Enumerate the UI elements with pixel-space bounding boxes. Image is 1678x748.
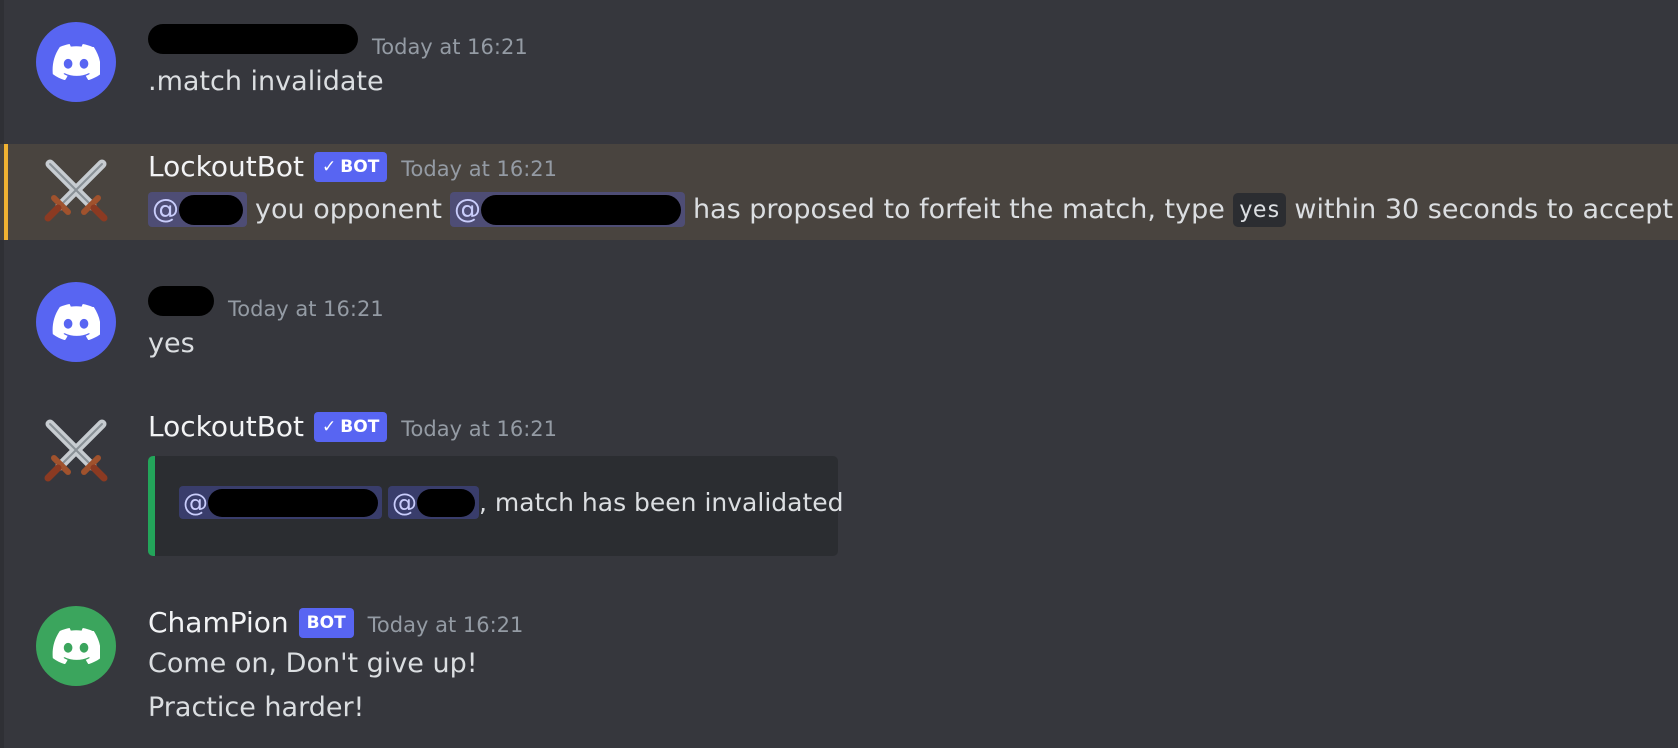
- verified-check-icon: ✓: [322, 417, 337, 437]
- timestamp: Today at 16:21: [367, 613, 524, 637]
- embed-description: @ @ , match has been invalidated: [179, 486, 844, 519]
- message-embed: @ @ , match has been invalidated: [148, 456, 844, 556]
- message-1: Today at 16:21 .match invalidate: [0, 0, 1678, 120]
- user-mention[interactable]: @: [179, 486, 382, 519]
- message-text: .match invalidate: [148, 66, 384, 97]
- timestamp: Today at 16:21: [228, 297, 384, 321]
- avatar[interactable]: [36, 410, 116, 490]
- author-name[interactable]: LockoutBot: [148, 410, 304, 443]
- message-5: ChamPion BOT Today at 16:21 Come on, Don…: [0, 598, 1678, 748]
- message-text: @ you opponent @ has proposed to forfeit…: [148, 192, 1673, 227]
- discord-logo-icon: [52, 44, 100, 80]
- message-text-line-2: Practice harder!: [148, 692, 365, 723]
- verified-check-icon: ✓: [322, 157, 337, 177]
- message-3: Today at 16:21 yes: [0, 262, 1678, 372]
- avatar[interactable]: [36, 22, 116, 102]
- discord-logo-icon: [52, 628, 100, 664]
- inline-code: yes: [1232, 192, 1287, 227]
- user-mention[interactable]: @: [449, 192, 685, 227]
- redacted-username[interactable]: [148, 24, 358, 54]
- bot-badge: ✓ BOT: [314, 152, 388, 182]
- message-text-line-1: Come on, Don't give up!: [148, 648, 478, 679]
- avatar[interactable]: [36, 606, 116, 686]
- bot-badge: BOT: [298, 608, 354, 638]
- author-name[interactable]: LockoutBot: [148, 150, 304, 183]
- timestamp: Today at 16:21: [401, 157, 558, 181]
- message-text: yes: [148, 328, 195, 359]
- crossed-swords-icon: [44, 419, 108, 482]
- mention-highlight-bar: [4, 144, 8, 240]
- discord-logo-icon: [52, 304, 100, 340]
- message-2: LockoutBot ✓ BOT Today at 16:21 @ you opp…: [0, 144, 1678, 240]
- redacted-username[interactable]: [148, 286, 214, 316]
- avatar[interactable]: [36, 282, 116, 362]
- crossed-swords-icon: [44, 159, 108, 222]
- bot-badge: ✓ BOT: [314, 412, 388, 442]
- message-4: LockoutBot ✓ BOT Today at 16:21 @ @ , mat…: [0, 404, 1678, 564]
- user-mention[interactable]: @: [388, 486, 479, 519]
- author-name[interactable]: ChamPion: [148, 606, 289, 639]
- timestamp: Today at 16:21: [372, 35, 528, 59]
- user-mention[interactable]: @: [148, 192, 247, 227]
- avatar[interactable]: [36, 150, 116, 230]
- timestamp: Today at 16:21: [401, 417, 558, 441]
